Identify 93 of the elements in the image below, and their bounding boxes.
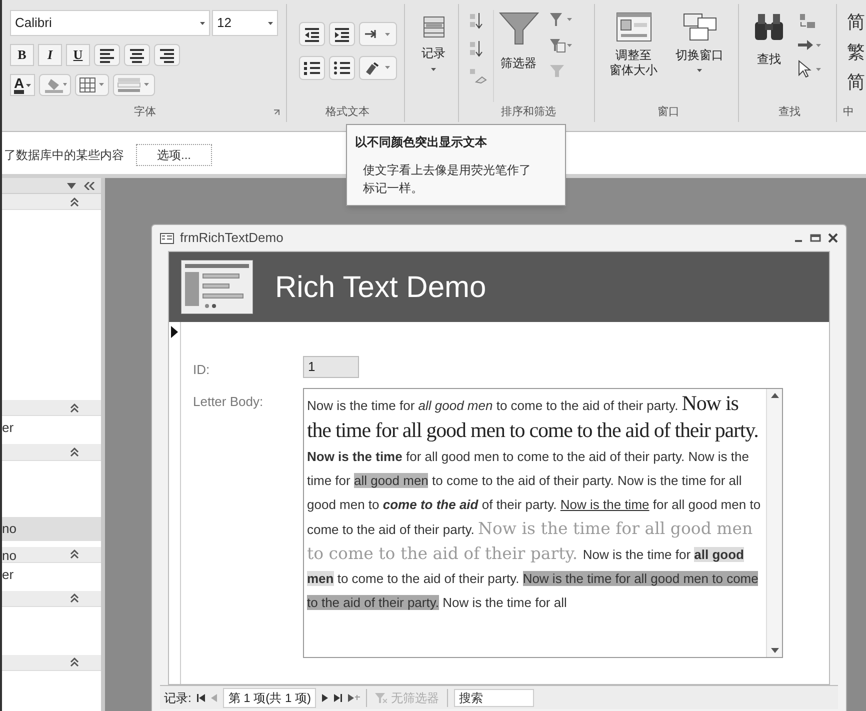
- navigation-item[interactable]: no: [2, 546, 101, 566]
- go-to-icon[interactable]: [797, 38, 821, 52]
- dropdown-arrow-icon: [200, 22, 205, 24]
- text-direction-icon: [362, 28, 392, 40]
- letter-body-text: Now is the time for all good men to come to the aid of their party. Now is the time for all good men to come to the aid of their party. Now is the time for all good men to come to the aid of their party. Now is the time for all good men to come to the aid of their party. Now is the time for all good men to come to the aid of their party. Now is the time for all good men to come to the aid of their party. Now is the time for all good men to come to the aid of their party. Now is the time for all good men to come to the aid of their party. Now is the time for all good men to come to the aid of their party. Now is the time for all: [306, 390, 762, 612]
- highlight-button[interactable]: [39, 74, 72, 96]
- new-record-icon[interactable]: [348, 694, 360, 702]
- group-label: 字体: [134, 104, 156, 120]
- maximize-icon[interactable]: [810, 233, 822, 243]
- letter-body-field[interactable]: [303, 388, 783, 658]
- bold-button[interactable]: B: [10, 44, 34, 66]
- form-icon: [616, 12, 652, 42]
- navigation-item[interactable]: er: [2, 416, 101, 438]
- dropdown-arrow-icon: [697, 69, 702, 72]
- dialog-launcher-icon[interactable]: [273, 109, 280, 116]
- form-title: Rich Text Demo: [275, 270, 486, 306]
- numbered-list-icon: [302, 60, 320, 76]
- sort-descending-icon[interactable]: [469, 40, 483, 58]
- align-center-button[interactable]: [124, 44, 150, 66]
- underline-button[interactable]: U: [66, 44, 90, 66]
- group-label: 格式文本: [326, 104, 370, 120]
- increase-indent-icon: [332, 26, 350, 42]
- current-record-field[interactable]: 第 1 项(共 1 项): [223, 688, 316, 708]
- bulleted-list-icon: [332, 60, 350, 76]
- decrease-indent-icon: [302, 26, 320, 42]
- gridlines-icon: [79, 77, 106, 93]
- selection-filter-icon[interactable]: [549, 12, 573, 28]
- navigation-item[interactable]: no: [2, 516, 101, 541]
- toggle-filter-icon[interactable]: [549, 64, 565, 78]
- font-size: 12: [217, 14, 232, 32]
- alternate-fill-icon: [117, 77, 152, 93]
- last-record-icon[interactable]: [334, 694, 342, 702]
- advanced-filter-icon[interactable]: [549, 38, 573, 54]
- message-text: 了数据库中的某些内容: [4, 147, 124, 164]
- close-icon[interactable]: [828, 233, 838, 243]
- binoculars-icon: [753, 12, 785, 42]
- find-button[interactable]: 查找: [749, 10, 789, 102]
- tooltip-title: 以不同颜色突出显示文本: [355, 134, 488, 151]
- form-logo-icon: [181, 260, 253, 314]
- numbered-list-button[interactable]: [298, 56, 324, 80]
- record-label: 记录:: [164, 690, 192, 706]
- navigation-item[interactable]: er: [2, 565, 101, 585]
- filter-button[interactable]: 筛选器: [493, 10, 543, 102]
- dropdown-arrow-icon: [268, 22, 273, 24]
- filter-icon: [498, 12, 538, 46]
- form-icon: [160, 232, 174, 244]
- sort-ascending-icon[interactable]: [469, 12, 483, 30]
- decrease-indent-button[interactable]: [298, 22, 324, 46]
- chinese-conversion-button[interactable]: 繁: [847, 40, 866, 64]
- windows-icon: [682, 12, 718, 42]
- italic-button[interactable]: I: [38, 44, 62, 66]
- chinese-conversion-button[interactable]: 简: [847, 10, 866, 34]
- increase-indent-button[interactable]: [328, 22, 354, 46]
- switch-windows-button[interactable]: 切换窗口: [668, 10, 730, 102]
- dropdown-arrow-icon[interactable]: [67, 182, 76, 189]
- first-record-icon[interactable]: [197, 694, 206, 702]
- text-direction-button[interactable]: [358, 22, 396, 46]
- next-record-icon[interactable]: [322, 694, 328, 702]
- text-highlight-color-button[interactable]: [358, 56, 396, 80]
- font-name-dropdown[interactable]: Calibri: [10, 10, 210, 36]
- window-title: frmRichTextDemo: [180, 229, 284, 248]
- size-to-fit-form-button[interactable]: 调整至 窗体大小: [606, 10, 660, 102]
- align-right-button[interactable]: [154, 44, 180, 66]
- gridlines-button[interactable]: [75, 74, 110, 96]
- group-label: 排序和筛选: [501, 104, 556, 120]
- dropdown-arrow-icon: [431, 68, 436, 71]
- dropdown-arrow-icon: [26, 84, 32, 86]
- alternate-fill-button[interactable]: [113, 74, 156, 96]
- scrollbar[interactable]: [766, 388, 782, 656]
- scroll-up-icon: [770, 392, 778, 398]
- group-label: 中: [843, 104, 854, 120]
- collapse-pane-icon[interactable]: [84, 182, 95, 190]
- scroll-down-icon: [770, 648, 778, 652]
- group-label: 查找: [778, 104, 800, 120]
- id-field: 1: [303, 356, 359, 378]
- search-field[interactable]: 搜索: [454, 688, 534, 706]
- highlight-icon: [43, 77, 68, 93]
- records-icon: [422, 16, 444, 38]
- align-left-button[interactable]: [94, 44, 120, 66]
- records-button[interactable]: 记录: [415, 10, 452, 102]
- font-color-button[interactable]: A: [10, 74, 36, 96]
- pointer-icon[interactable]: [797, 60, 821, 78]
- field-label: ID:: [193, 361, 211, 379]
- font-name: Calibri: [15, 14, 52, 32]
- current-record-icon: [171, 326, 178, 338]
- bulleted-list-button[interactable]: [328, 56, 354, 80]
- group-label: 窗口: [658, 104, 680, 120]
- chinese-conversion-button[interactable]: 简: [847, 70, 866, 94]
- options-button[interactable]: 选项...: [136, 144, 212, 166]
- no-filter-icon: [375, 692, 388, 702]
- tooltip-text: 使文字看上去像是用荧光笔作了标记一样。: [362, 162, 532, 197]
- field-label: Letter Body:: [193, 392, 264, 411]
- font-size-dropdown[interactable]: 12: [212, 10, 278, 36]
